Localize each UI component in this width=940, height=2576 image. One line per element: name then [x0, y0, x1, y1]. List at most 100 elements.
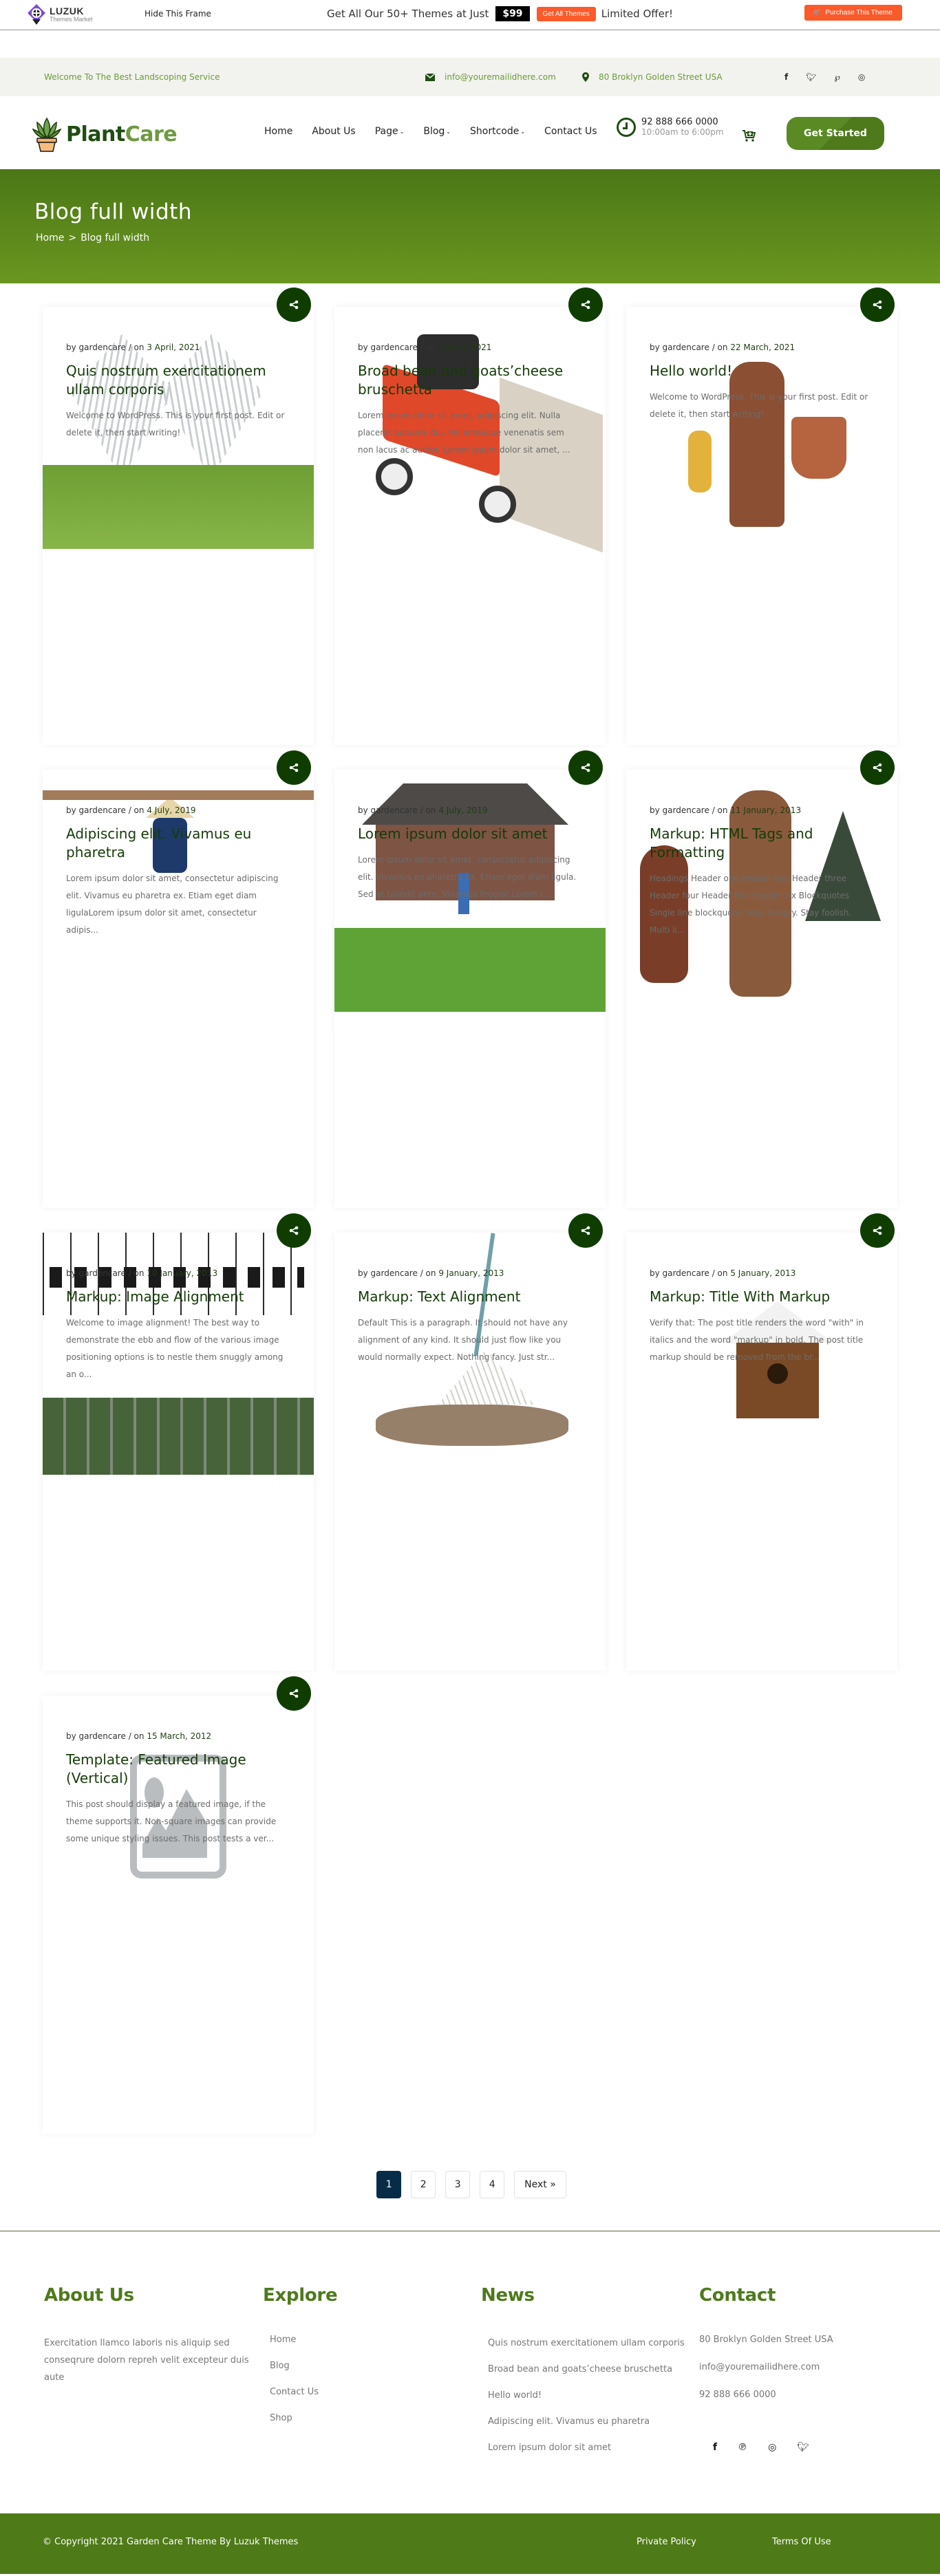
post-date[interactable]: 9 January, 2013 — [438, 1268, 504, 1278]
post-card: by gardencare / on 11 January, 2013 Marku… — [626, 750, 897, 1208]
post-author[interactable]: gardencare — [79, 1268, 126, 1278]
footer-explore-link[interactable]: Home — [270, 2335, 296, 2345]
get-all-themes-button[interactable]: Get All Themes — [536, 6, 596, 21]
post-author[interactable]: gardencare — [371, 1268, 418, 1278]
post-author[interactable]: gardencare — [79, 805, 126, 815]
post-title[interactable]: Template: Featured Image (Vertical) — [66, 1751, 290, 1788]
post-body: by gardencare / on 22 March, 2021 Hello w… — [626, 288, 897, 437]
post-date[interactable]: 10 January, 2013 — [147, 1268, 217, 1278]
share-icon — [873, 763, 882, 772]
footer-news-link[interactable]: Quis nostrum exercitationem ullam corpor… — [488, 2338, 685, 2348]
post-title[interactable]: Markup: Text Alignment — [358, 1288, 582, 1306]
post-date[interactable]: 22 March, 2021 — [730, 343, 795, 352]
post-author[interactable]: gardencare — [663, 1268, 709, 1278]
footer-explore-link[interactable]: Shop — [270, 2413, 292, 2423]
twitter-icon[interactable]: 🐦︎ — [797, 2442, 809, 2453]
instagram-icon[interactable]: ◎ — [858, 72, 865, 82]
footer-explore-item: Home — [270, 2335, 337, 2361]
post-author[interactable]: gardencare — [79, 343, 126, 352]
page-4-button[interactable]: 4 — [480, 2171, 505, 2198]
chevron-down-icon: ⌄ — [520, 128, 526, 135]
footer-news-link[interactable]: Adipiscing elit. Vivamus eu pharetra — [488, 2416, 650, 2427]
nav-item-shortcode[interactable]: Shortcode ⌄ — [470, 126, 525, 137]
share-button[interactable] — [860, 1213, 895, 1248]
share-button[interactable] — [277, 1213, 311, 1248]
purchase-theme-button[interactable]: 🛒 Purchase This Theme — [804, 5, 902, 21]
cart-icon[interactable] — [742, 129, 756, 147]
footer-news-link[interactable]: Hello world! — [488, 2390, 542, 2401]
facebook-icon[interactable]: f — [713, 2442, 717, 2453]
nav-item-label: Contact Us — [544, 126, 597, 137]
site-logo[interactable]: PlantCare — [32, 116, 178, 153]
post-author[interactable]: gardencare — [79, 1731, 126, 1741]
post-author[interactable]: gardencare — [371, 805, 418, 815]
meta-separator: / on — [128, 1268, 145, 1278]
page-1-button[interactable]: 1 — [376, 2171, 402, 2198]
meta-by: by — [66, 1268, 76, 1278]
instagram-icon[interactable]: ◎ — [768, 2442, 776, 2453]
nav-item-blog[interactable]: Blog ⌄ — [423, 126, 451, 137]
breadcrumb-home[interactable]: Home — [36, 232, 64, 243]
private-policy-link[interactable]: Private Policy — [637, 2537, 696, 2547]
footer-explore-link[interactable]: Blog — [270, 2361, 290, 2371]
facebook-icon[interactable]: f — [784, 72, 788, 82]
share-button[interactable] — [277, 750, 311, 785]
topbar-email[interactable]: info@youremailidhere.com — [425, 72, 556, 82]
breadcrumb-current: Blog full width — [81, 232, 150, 243]
footer-news-link[interactable]: Broad bean and goats’cheese bruschetta — [488, 2364, 672, 2374]
share-icon — [581, 1226, 590, 1235]
share-button[interactable] — [568, 1213, 603, 1248]
post-meta: by gardencare / on 4 July, 2019 — [358, 805, 582, 815]
post-author[interactable]: gardencare — [663, 343, 709, 352]
post-title[interactable]: Lorem ipsum dolor sit amet — [358, 825, 582, 843]
footer-explore-link[interactable]: Contact Us — [270, 2387, 319, 2397]
luzuk-logo[interactable]: LUZUK Themes Market — [28, 4, 93, 25]
share-button[interactable] — [277, 1676, 311, 1711]
footer-news-link[interactable]: Lorem ipsum dolor sit amet — [488, 2443, 611, 2453]
nav-item-label: Blog — [423, 126, 445, 137]
post-date[interactable]: 4 July, 2019 — [147, 805, 195, 815]
post-body: by gardencare / on 15 March, 2012 Templat… — [43, 1676, 314, 1861]
footer-email[interactable]: info@youremailidhere.com — [699, 2362, 833, 2390]
nav-item-contact-us[interactable]: Contact Us — [544, 126, 597, 137]
post-date[interactable]: 11 January, 2013 — [730, 805, 801, 815]
terms-of-use-link[interactable]: Terms Of Use — [772, 2537, 831, 2547]
post-date[interactable]: 5 January, 2013 — [730, 1268, 795, 1278]
post-title[interactable]: Adipiscing elit. Vivamus eu pharetra — [66, 825, 290, 862]
share-button[interactable] — [568, 750, 603, 785]
post-title[interactable]: Markup: HTML Tags and Formatting — [650, 825, 874, 862]
posts-grid: by gardencare / on 3 April, 2021 Quis nos… — [0, 288, 940, 2134]
page-2-button[interactable]: 2 — [411, 2171, 436, 2198]
post-author[interactable]: gardencare — [663, 805, 709, 815]
post-date[interactable]: 3 April, 2021 — [147, 343, 200, 352]
post-date[interactable]: 2 April, 2021 — [438, 343, 491, 352]
post-date[interactable]: 4 July, 2019 — [438, 805, 487, 815]
meta-separator: / on — [420, 343, 436, 352]
share-button[interactable] — [277, 288, 311, 322]
post-title[interactable]: Hello world! — [650, 362, 874, 380]
post-title[interactable]: Quis nostrum exercitationem ullam corpor… — [66, 362, 290, 399]
share-button[interactable] — [860, 288, 895, 322]
hide-frame-link[interactable]: Hide This Frame — [145, 9, 211, 19]
pinterest-icon[interactable]: ℘ — [834, 72, 840, 82]
post-title[interactable]: Broad bean and goats’cheese bruschetta — [358, 362, 582, 399]
nav-item-about-us[interactable]: About Us — [312, 126, 355, 137]
nav-item-page[interactable]: Page ⌄ — [375, 126, 405, 137]
nav-item-label: Page — [374, 126, 398, 137]
share-button[interactable] — [568, 288, 603, 322]
pinterest-icon[interactable]: ℗ — [738, 2442, 747, 2453]
footer-phone[interactable]: 92 888 666 0000 — [699, 2390, 833, 2417]
next-page-button[interactable]: Next » — [514, 2171, 566, 2198]
post-title[interactable]: Markup: Image Alignment — [66, 1288, 290, 1306]
post-date[interactable]: 15 March, 2012 — [147, 1731, 211, 1741]
post-author[interactable]: gardencare — [371, 343, 418, 352]
meta-separator: / on — [128, 343, 145, 352]
purchase-label: Purchase This Theme — [825, 9, 893, 17]
share-button[interactable] — [860, 750, 895, 785]
nav-item-home[interactable]: Home — [264, 126, 292, 137]
page-3-button[interactable]: 3 — [445, 2171, 471, 2198]
post-title[interactable]: Markup: Title With Markup — [650, 1288, 874, 1306]
meta-by: by — [66, 1731, 76, 1741]
twitter-icon[interactable]: 🐦︎ — [806, 72, 816, 82]
get-started-button[interactable]: Get Started — [787, 117, 884, 150]
